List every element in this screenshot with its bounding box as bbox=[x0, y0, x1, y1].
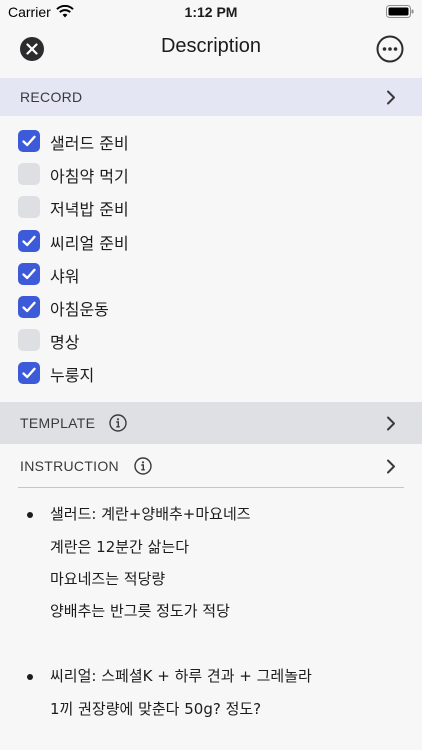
note-line: 양배추는 반그릇 정도가 적당 bbox=[50, 602, 230, 620]
checkmark-icon bbox=[22, 367, 36, 379]
checkmark-icon bbox=[22, 135, 36, 147]
checklist-item-label: 아침운동 bbox=[50, 299, 109, 319]
checkbox-checked[interactable] bbox=[18, 229, 40, 252]
template-label: TEMPLATE bbox=[20, 415, 96, 431]
checklist-item[interactable]: 저녁밥 준비 bbox=[18, 192, 398, 225]
checklist-item[interactable]: 명상 bbox=[18, 325, 398, 358]
info-icon[interactable] bbox=[109, 414, 127, 432]
nav-bar: Description bbox=[0, 26, 422, 78]
checklist-item[interactable]: 샐러드 준비 bbox=[18, 126, 398, 159]
status-bar: Carrier 1:12 PM bbox=[0, 0, 422, 26]
checkbox-unchecked[interactable] bbox=[18, 163, 40, 186]
checkbox-checked[interactable] bbox=[18, 262, 40, 285]
checklist-item-label: 저녁밥 준비 bbox=[50, 200, 129, 220]
checklist-item[interactable]: 샤워 bbox=[18, 259, 398, 292]
checklist-item-label: 누룽지 bbox=[50, 366, 95, 386]
chevron-right-icon bbox=[387, 459, 395, 474]
note-line: 마요네즈는 적당량 bbox=[50, 570, 166, 588]
record-checklist: 샐러드 준비아침약 먹기저녁밥 준비씨리얼 준비샤워아침운동명상누룽지 bbox=[18, 126, 398, 392]
checkmark-icon bbox=[22, 268, 36, 279]
battery-icon bbox=[386, 5, 414, 18]
checklist-item[interactable]: 씨리얼 준비 bbox=[18, 226, 398, 259]
record-section-header[interactable]: RECORD bbox=[0, 78, 422, 116]
checkbox-checked[interactable] bbox=[18, 130, 40, 152]
checklist-item-label: 샐러드 준비 bbox=[50, 134, 129, 153]
bullet bbox=[27, 512, 33, 518]
checkbox-unchecked[interactable] bbox=[18, 329, 40, 352]
record-label: RECORD bbox=[20, 89, 83, 105]
checklist-item[interactable]: 아침약 먹기 bbox=[18, 159, 398, 192]
instruction-section-header[interactable]: INSTRUCTION bbox=[0, 444, 422, 488]
checklist-item[interactable]: 아침운동 bbox=[18, 292, 398, 325]
instruction-label: INSTRUCTION bbox=[20, 458, 119, 474]
chevron-right-icon bbox=[387, 416, 395, 431]
chevron-right-icon bbox=[387, 90, 395, 105]
checkmark-icon bbox=[22, 235, 36, 246]
info-icon[interactable] bbox=[134, 457, 152, 475]
checklist-item-label: 씨리얼 준비 bbox=[50, 233, 129, 253]
checklist-item-label: 명상 bbox=[50, 333, 80, 353]
more-icon[interactable] bbox=[376, 35, 404, 63]
note-line: 샐러드: 계란+양배추+마요네즈 bbox=[50, 505, 251, 523]
note-line: 계란은 12분간 삶는다 bbox=[50, 538, 190, 556]
bullet bbox=[27, 674, 33, 680]
note-line: 씨리얼: 스페셜K + 하루 견과 + 그레놀라 bbox=[50, 667, 312, 685]
page-title: Description bbox=[160, 35, 262, 57]
checkbox-checked[interactable] bbox=[18, 362, 40, 385]
checkmark-icon bbox=[22, 301, 36, 313]
checklist-item[interactable]: 누룽지 bbox=[18, 358, 398, 391]
checkbox-checked[interactable] bbox=[18, 295, 40, 318]
checklist-item-label: 아침약 먹기 bbox=[50, 167, 129, 187]
template-section-header[interactable]: TEMPLATE bbox=[0, 402, 422, 444]
checkbox-unchecked[interactable] bbox=[18, 196, 40, 219]
divider bbox=[18, 487, 404, 488]
status-time: 1:12 PM bbox=[184, 4, 238, 20]
checklist-item-label: 샤워 bbox=[50, 266, 80, 286]
note-line: 1끼 권장량에 맞춘다 50g? 정도? bbox=[50, 700, 262, 718]
